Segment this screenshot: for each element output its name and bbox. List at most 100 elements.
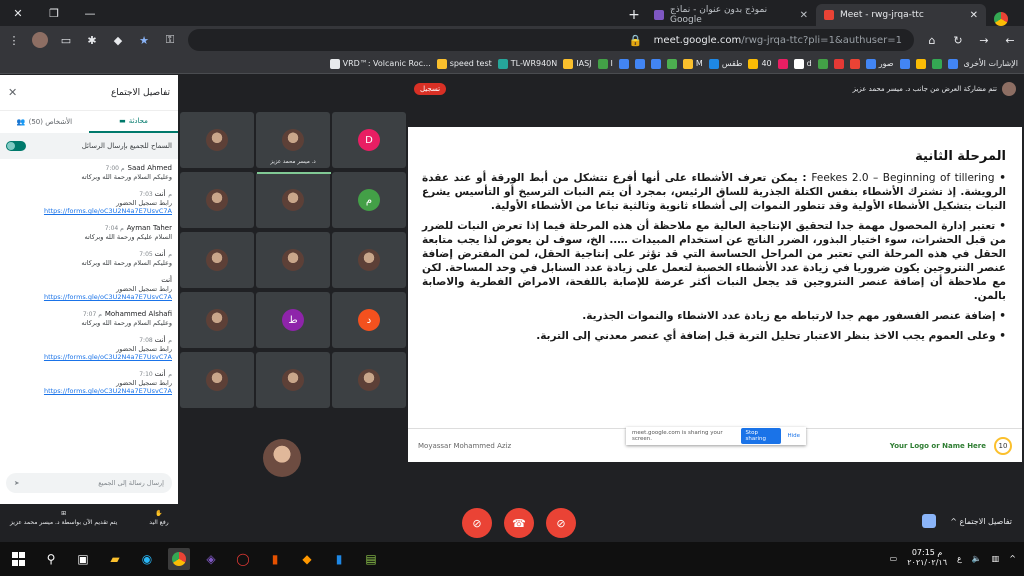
- cast-icon[interactable]: ▭: [58, 32, 74, 48]
- participant-tile[interactable]: د: [332, 292, 406, 348]
- bookmark-item[interactable]: speed test: [436, 58, 492, 69]
- message-link[interactable]: https://forms.gle/oC3U2N4a7E7UsvC7A: [6, 387, 172, 395]
- bookmark-item[interactable]: I: [597, 58, 613, 69]
- edge-icon[interactable]: ◉: [136, 548, 158, 570]
- share-notice-text: meet.google.com is sharing your screen.: [632, 430, 723, 442]
- tab-forms[interactable]: نموذج بدون عنوان - نماذج Google ✕: [646, 4, 816, 26]
- bookmark-item[interactable]: [650, 58, 661, 69]
- search-icon[interactable]: ⚲: [40, 548, 62, 570]
- bookmark-item[interactable]: [666, 58, 677, 69]
- participant-tile[interactable]: ط: [256, 292, 330, 348]
- bookmark-item[interactable]: 40: [748, 58, 772, 69]
- close-panel-icon[interactable]: ✕: [8, 86, 17, 99]
- message-link[interactable]: https://forms.gle/oC3U2N4a7E7UsvC7A: [6, 207, 172, 215]
- bookmark-star-icon[interactable]: ★: [136, 32, 152, 48]
- participant-tile[interactable]: د. ميسر محمد عزيز: [256, 112, 330, 168]
- language-indicator[interactable]: ع: [957, 554, 962, 563]
- meeting-details-button[interactable]: ^ تفاصيل الاجتماع: [950, 517, 1012, 526]
- other-bookmarks[interactable]: الإشارات الأخرى: [964, 59, 1019, 68]
- participant-tile[interactable]: D: [332, 112, 406, 168]
- bookmark-item[interactable]: VRD™: Volcanic Roc...: [329, 58, 431, 69]
- volume-icon[interactable]: 🔈: [972, 554, 982, 563]
- task-view-icon[interactable]: ▣: [72, 548, 94, 570]
- self-video-tile[interactable]: [222, 425, 342, 491]
- participant-tile[interactable]: [256, 352, 330, 408]
- bookmark-item[interactable]: [947, 58, 958, 69]
- host-controls-icon[interactable]: [922, 514, 937, 528]
- profile-avatar[interactable]: [32, 32, 48, 48]
- participant-tile[interactable]: [180, 232, 254, 288]
- forward-icon[interactable]: →: [976, 32, 992, 48]
- network-icon[interactable]: ▥: [992, 554, 1000, 563]
- bookmark-item[interactable]: [817, 58, 828, 69]
- hide-button[interactable]: Hide: [787, 433, 800, 439]
- participant-tile[interactable]: [256, 172, 330, 228]
- extension-icon[interactable]: ◆: [110, 32, 126, 48]
- bookmark-item[interactable]: [915, 58, 926, 69]
- raise-hand-control[interactable]: ✋ رفع اليد: [149, 510, 168, 526]
- new-tab-button[interactable]: +: [622, 4, 646, 26]
- bookmark-item[interactable]: طقس: [708, 58, 742, 69]
- participant-tile[interactable]: [256, 232, 330, 288]
- bookmark-item[interactable]: TL-WR940N: [497, 58, 557, 69]
- tab-people[interactable]: 👥 الأشخاص (50): [0, 111, 89, 133]
- bookmark-item[interactable]: [833, 58, 844, 69]
- start-button[interactable]: [8, 548, 30, 570]
- allow-messages-toggle[interactable]: [6, 141, 26, 151]
- file-explorer-icon[interactable]: ▰: [104, 548, 126, 570]
- message-link[interactable]: https://forms.gle/oC3U2N4a7E7UsvC7A: [6, 293, 172, 301]
- bookmark-item[interactable]: [849, 58, 860, 69]
- bookmark-item[interactable]: [618, 58, 629, 69]
- bookmark-item[interactable]: [634, 58, 645, 69]
- bookmark-item[interactable]: IASJ: [563, 58, 592, 69]
- bookmark-label: I: [610, 59, 613, 68]
- bookmark-item[interactable]: [931, 58, 942, 69]
- message-link[interactable]: https://forms.gle/oC3U2N4a7E7UsvC7A: [6, 353, 172, 361]
- camera-off-button[interactable]: ⊘: [462, 508, 492, 538]
- bookmark-item[interactable]: d: [793, 58, 812, 69]
- back-icon[interactable]: ←: [1002, 32, 1018, 48]
- leave-call-button[interactable]: ☎: [504, 508, 534, 538]
- reload-icon[interactable]: ↻: [950, 32, 966, 48]
- stop-sharing-button[interactable]: Stop sharing: [741, 428, 782, 444]
- address-bar[interactable]: 🔒 meet.google.com/rwg-jrqa-ttc?pli=1&aut…: [188, 29, 914, 51]
- app-icon[interactable]: ◆: [296, 548, 318, 570]
- participant-tile[interactable]: [180, 292, 254, 348]
- opera-icon[interactable]: ◯: [232, 548, 254, 570]
- participant-tile[interactable]: [332, 232, 406, 288]
- close-window-icon[interactable]: ✕: [0, 0, 36, 26]
- mic-off-button[interactable]: ⊘: [546, 508, 576, 538]
- bookmark-item[interactable]: [777, 58, 788, 69]
- tab-title: Meet - rwg-jrqa-ttc: [840, 10, 924, 20]
- bookmark-item[interactable]: صور: [865, 58, 894, 69]
- tab-chat[interactable]: ▬ محادثة: [89, 111, 178, 133]
- participant-tile[interactable]: [180, 352, 254, 408]
- chat-input[interactable]: ➤ إرسال رسالة إلى الجميع: [6, 473, 172, 493]
- restore-window-icon[interactable]: ❐: [36, 0, 72, 26]
- app-icon[interactable]: ▤: [360, 548, 382, 570]
- minimize-window-icon[interactable]: —: [72, 0, 108, 26]
- chrome-icon[interactable]: [168, 548, 190, 570]
- close-tab-icon[interactable]: ✕: [970, 10, 978, 21]
- close-tab-icon[interactable]: ✕: [800, 10, 808, 21]
- participant-tile[interactable]: [180, 112, 254, 168]
- key-icon[interactable]: ⚿: [162, 32, 178, 48]
- menu-dots-icon[interactable]: ⋮: [6, 32, 22, 48]
- send-icon[interactable]: ➤: [14, 479, 19, 487]
- participant-tile[interactable]: م: [332, 172, 406, 228]
- home-icon[interactable]: ⌂: [924, 32, 940, 48]
- participant-tile[interactable]: [332, 352, 406, 408]
- word-icon[interactable]: ▮: [328, 548, 350, 570]
- notification-icon[interactable]: ▭: [890, 554, 898, 563]
- viber-icon[interactable]: ◈: [200, 548, 222, 570]
- present-now-control[interactable]: ⊞ يتم تقديم الآن بواسطة د. ميسر محمد عزي…: [10, 510, 117, 526]
- extensions-icon[interactable]: ✱: [84, 32, 100, 48]
- chevron-up-icon[interactable]: ^: [1009, 554, 1016, 563]
- bookmark-item[interactable]: M: [682, 58, 703, 69]
- tab-meet[interactable]: Meet - rwg-jrqa-ttc ✕: [816, 4, 986, 26]
- powerpoint-icon[interactable]: ▮: [264, 548, 286, 570]
- bookmark-item[interactable]: [899, 58, 910, 69]
- clock[interactable]: 07:15 م ٢٠٢١/٠٢/١٦: [907, 548, 947, 568]
- lock-icon[interactable]: 🔒: [628, 32, 644, 48]
- participant-tile[interactable]: [180, 172, 254, 228]
